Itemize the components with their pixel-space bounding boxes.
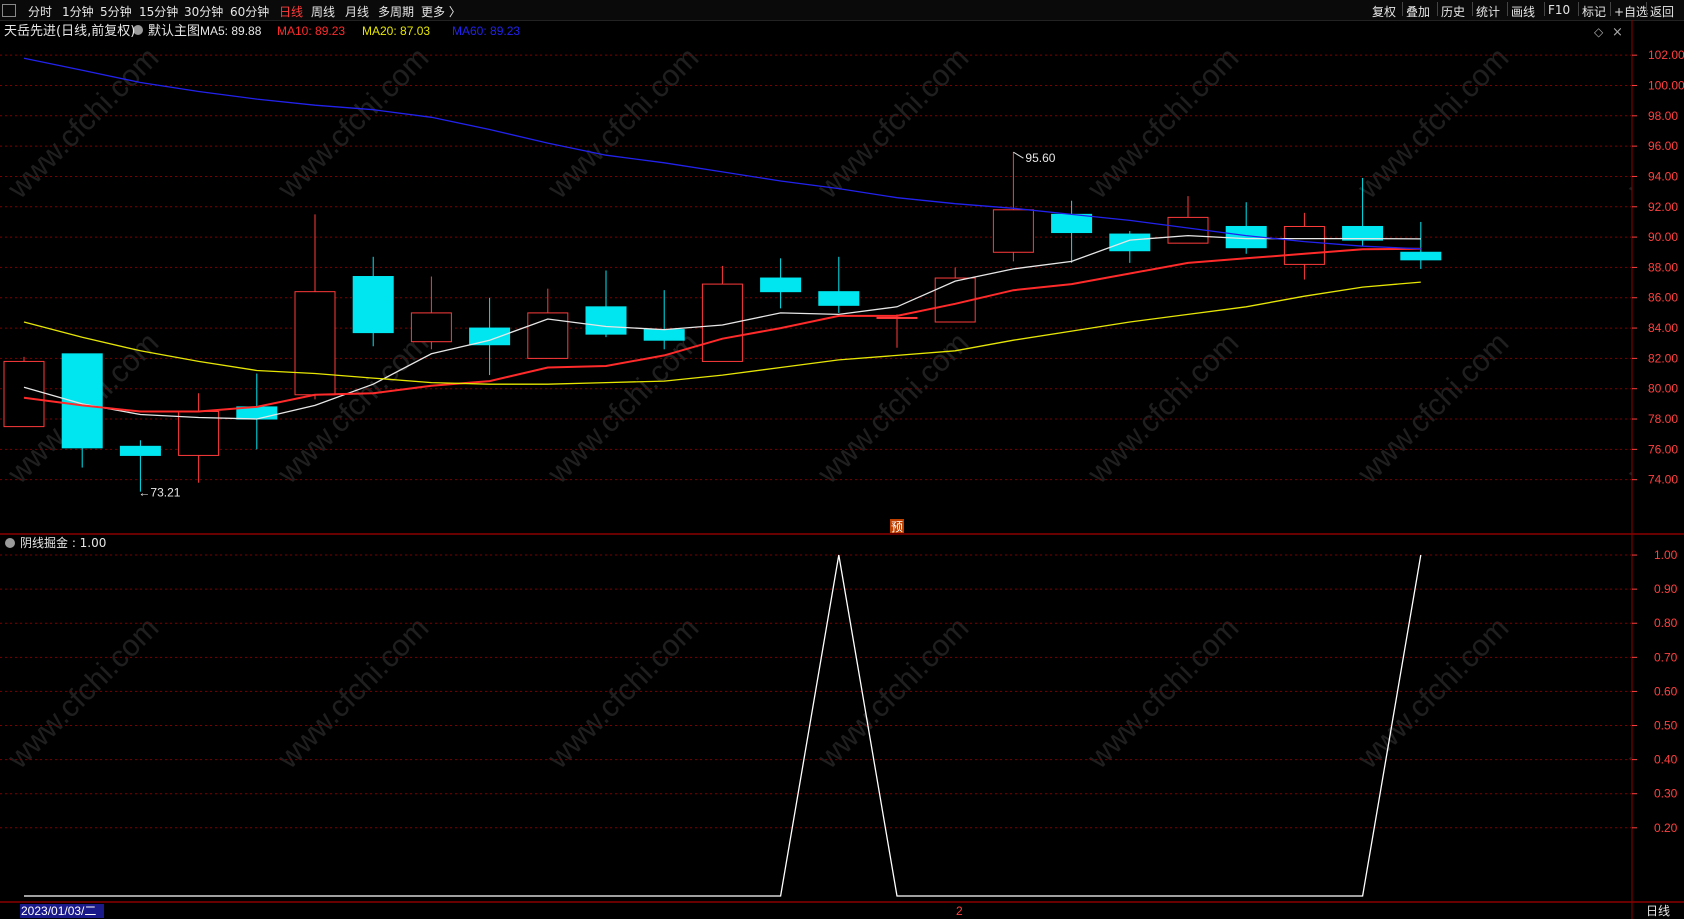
template-name: 默认主图: [148, 23, 200, 39]
close-icon: ×: [1612, 25, 1623, 40]
price-tick-label: 76.00: [1648, 442, 1678, 456]
candle-body: [1051, 213, 1093, 234]
candle-body: [469, 327, 511, 346]
indicator-tick-label: 0.30: [1654, 787, 1678, 801]
ma-legend-1: MA10: 89.23: [277, 24, 345, 38]
indicator-tick-label: 0.90: [1654, 582, 1678, 596]
price-tick-label: 92.00: [1648, 200, 1678, 214]
candle-body: [585, 306, 627, 335]
price-tick-label: 84.00: [1648, 321, 1678, 335]
price-tick-label: 90.00: [1648, 230, 1678, 244]
forecast-badge: 预: [891, 520, 903, 534]
candle-body: [818, 291, 860, 306]
candle-body: [760, 277, 802, 293]
ma-legend-3: MA60: 89.23: [452, 24, 520, 38]
price-tick-label: 74.00: [1648, 473, 1678, 487]
candle-body: [992, 209, 1034, 253]
indicator-tick-label: 0.50: [1654, 719, 1678, 733]
watermark: [0, 20, 1632, 897]
indicator-tick-label: 0.70: [1654, 650, 1678, 664]
candle-body: [119, 445, 161, 456]
indicator-dropdown-icon[interactable]: [5, 538, 15, 548]
candle-body: [410, 312, 452, 343]
candle-body: [61, 353, 103, 449]
high-marker: 95.60: [1025, 151, 1055, 165]
price-tick-label: 82.00: [1648, 351, 1678, 365]
price-tick-label: 80.00: [1648, 382, 1678, 396]
price-tick-label: 96.00: [1648, 139, 1678, 153]
price-tick-label: 86.00: [1648, 291, 1678, 305]
candle-body: [1283, 225, 1325, 265]
indicator-label: 阴线掘金 : 1.00: [20, 535, 106, 550]
cursor-date: 2023/01/03/二: [21, 904, 96, 918]
indicator-tick-label: 0.20: [1654, 821, 1678, 835]
candle-body: [876, 316, 918, 319]
price-tick-label: 94.00: [1648, 169, 1678, 183]
candle-body: [3, 360, 45, 428]
ma-legend-0: MA5: 89.88: [200, 24, 262, 38]
candle-body: [1109, 233, 1151, 252]
price-tick-label: 88.00: [1648, 260, 1678, 274]
candle-body: [643, 329, 685, 341]
candle-body: [701, 283, 743, 362]
price-tick-label: 78.00: [1648, 412, 1678, 426]
kline-chart: www.cfchi.com 102.00100.0098.0096.0094.0…: [0, 20, 1684, 919]
price-tick-label: 98.00: [1648, 109, 1678, 123]
low-marker: ←73.21: [138, 486, 180, 500]
candle-body: [294, 291, 336, 396]
indicator-tick-label: 0.60: [1654, 684, 1678, 698]
candle-body: [352, 276, 394, 334]
draw-diamond-icon: ◇: [1594, 25, 1604, 39]
price-tick-label: 100.00: [1648, 78, 1684, 92]
ma-legend-2: MA20: 87.03: [362, 24, 430, 38]
period-label: 日线: [1646, 904, 1670, 918]
candle-body: [527, 312, 569, 359]
indicator-tick-label: 0.80: [1654, 616, 1678, 630]
stock-name: 天岳先进(日线,前复权): [4, 23, 135, 39]
candle-body: [1400, 251, 1442, 261]
indicator-tick-label: 0.40: [1654, 753, 1678, 767]
indicator-tick-label: 1.00: [1654, 548, 1678, 562]
price-tick-label: 102.00: [1648, 48, 1684, 62]
cursor-mark: 2: [956, 904, 963, 918]
price-axis: 102.00 100.00 98.00 96.00 94.00 92.00 90.00 88.…: [1632, 48, 1684, 835]
